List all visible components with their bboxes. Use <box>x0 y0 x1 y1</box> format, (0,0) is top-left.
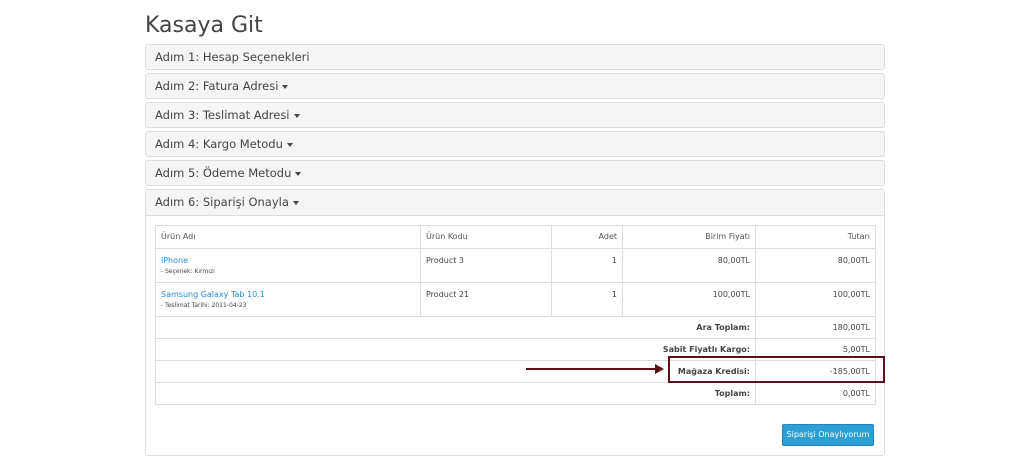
caret-down-icon <box>293 113 300 118</box>
column-header-product-code: Ürün Kodu <box>420 225 552 249</box>
product-name-cell: iPhone - Seçenek: Kırmızı <box>155 248 421 283</box>
step-1-label: Adım 1: Hesap Seçenekleri <box>155 50 310 64</box>
table-header-row: Ürün Adı Ürün Kodu Adet Birim Fiyatı Tut… <box>155 225 876 249</box>
grand-total-value: 0,00TL <box>755 382 876 405</box>
confirm-order-button[interactable]: Siparişi Onaylıyorum <box>782 424 874 446</box>
shipping-value: 5,00TL <box>755 338 876 361</box>
store-credit-label: Mağaza Kredisi: <box>155 360 756 383</box>
subtotal-value: 180,00TL <box>755 316 876 339</box>
step-5-header[interactable]: Adım 5: Ödeme Metodu <box>145 160 885 186</box>
product-total: 100,00TL <box>755 282 876 317</box>
step-5-label: Adım 5: Ödeme Metodu <box>155 166 292 180</box>
product-quantity: 1 <box>551 282 623 317</box>
step-1-header[interactable]: Adım 1: Hesap Seçenekleri <box>145 44 885 70</box>
step-6-label: Adım 6: Siparişi Onayla <box>155 195 289 209</box>
grand-total-label: Toplam: <box>155 382 756 405</box>
subtotal-label: Ara Toplam: <box>155 316 756 339</box>
product-option: - Seçenek: Kırmızı <box>161 268 215 275</box>
product-total: 80,00TL <box>755 248 876 283</box>
column-header-unit-price: Birim Fiyatı <box>622 225 756 249</box>
caret-down-icon <box>295 171 302 176</box>
store-credit-row: Mağaza Kredisi: -185,00TL <box>155 360 876 383</box>
caret-down-icon <box>282 84 289 89</box>
step-3-label: Adım 3: Teslimat Adresi <box>155 108 290 122</box>
step-3-header[interactable]: Adım 3: Teslimat Adresi <box>145 102 885 128</box>
step-6-header[interactable]: Adım 6: Siparişi Onayla <box>146 190 884 216</box>
product-code: Product 3 <box>420 248 552 283</box>
grand-total-row: Toplam: 0,00TL <box>155 382 876 405</box>
annotation-arrow-icon <box>655 364 664 374</box>
product-name-cell: Samsung Galaxy Tab 10.1 - Teslimat Tarih… <box>155 282 421 317</box>
column-header-product-name: Ürün Adı <box>155 225 421 249</box>
product-option: - Teslimat Tarihi: 2011-04-23 <box>161 302 247 309</box>
product-code: Product 21 <box>420 282 552 317</box>
step-2-header[interactable]: Adım 2: Fatura Adresi <box>145 73 885 99</box>
table-row: Samsung Galaxy Tab 10.1 - Teslimat Tarih… <box>155 282 876 317</box>
annotation-arrow-line <box>526 368 658 370</box>
step-2-label: Adım 2: Fatura Adresi <box>155 79 279 93</box>
column-header-quantity: Adet <box>551 225 623 249</box>
step-4-header[interactable]: Adım 4: Kargo Metodu <box>145 131 885 157</box>
order-summary-table: Ürün Adı Ürün Kodu Adet Birim Fiyatı Tut… <box>155 225 876 405</box>
product-link[interactable]: Samsung Galaxy Tab 10.1 <box>161 290 265 299</box>
product-quantity: 1 <box>551 248 623 283</box>
column-header-total: Tutarı <box>755 225 876 249</box>
page-title: Kasaya Git <box>145 13 263 38</box>
step-4-label: Adım 4: Kargo Metodu <box>155 137 283 151</box>
shipping-label: Sabit Fiyatlı Kargo: <box>155 338 756 361</box>
table-row: iPhone - Seçenek: Kırmızı Product 3 1 80… <box>155 248 876 283</box>
caret-down-icon <box>286 142 293 147</box>
subtotal-row: Ara Toplam: 180,00TL <box>155 316 876 339</box>
step-6-panel: Adım 6: Siparişi Onayla Ürün Adı Ürün Ko… <box>145 189 885 456</box>
checkout-page: Kasaya Git Adım 1: Hesap Seçenekleri Adı… <box>0 0 1024 460</box>
product-link[interactable]: iPhone <box>161 256 188 265</box>
caret-down-icon <box>292 200 299 205</box>
shipping-row: Sabit Fiyatlı Kargo: 5,00TL <box>155 338 876 361</box>
product-unit-price: 80,00TL <box>622 248 756 283</box>
store-credit-value: -185,00TL <box>755 360 876 383</box>
product-unit-price: 100,00TL <box>622 282 756 317</box>
